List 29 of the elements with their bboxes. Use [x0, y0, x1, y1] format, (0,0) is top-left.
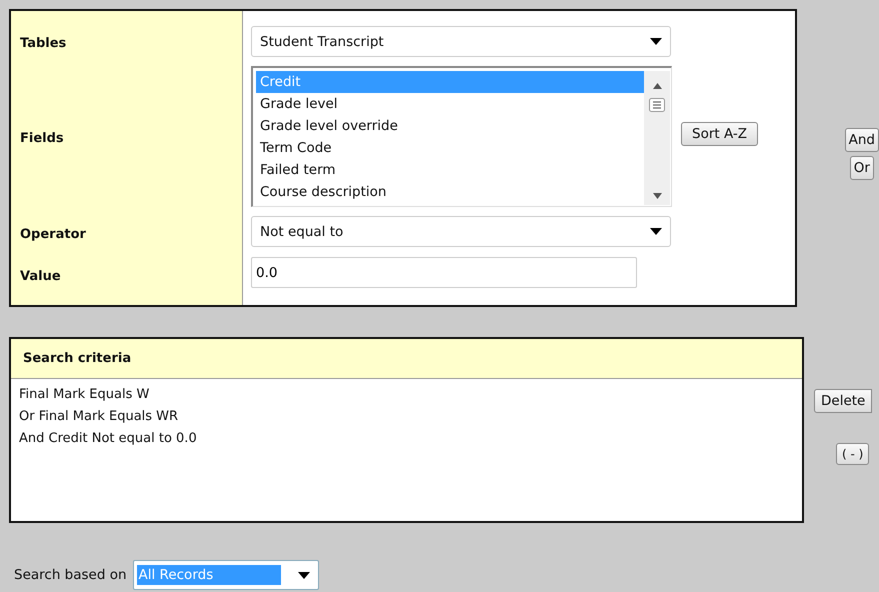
- scroll-down-icon[interactable]: [652, 193, 662, 199]
- field-option[interactable]: Term Code: [256, 137, 644, 159]
- value-label: Value: [20, 269, 61, 284]
- criteria-line[interactable]: Or Final Mark Equals WR: [19, 406, 794, 428]
- criteria-title: Search criteria: [23, 351, 132, 366]
- tables-dropdown[interactable]: Student Transcript: [251, 26, 671, 57]
- scroll-up-icon[interactable]: [652, 83, 662, 89]
- criteria-line[interactable]: And Credit Not equal to 0.0: [19, 428, 794, 450]
- scrollbar[interactable]: [644, 71, 670, 205]
- logic-button[interactable]: Or: [850, 156, 874, 180]
- caret-icon: [650, 38, 662, 45]
- field-option[interactable]: Course description: [256, 181, 644, 203]
- caret-icon: [298, 572, 310, 578]
- criteria-button[interactable]: Delete: [814, 389, 872, 413]
- sort-button[interactable]: Sort A-Z: [681, 122, 758, 146]
- criteria-button[interactable]: ( - ): [836, 443, 870, 465]
- fields-label: Fields: [20, 131, 64, 146]
- field-option[interactable]: Grade level override: [256, 115, 644, 137]
- field-option[interactable]: Failed term: [256, 159, 644, 181]
- search-based-on-label: Search based on: [14, 567, 127, 583]
- tables-label: Tables: [20, 36, 66, 51]
- criteria-line[interactable]: Final Mark Equals W: [19, 384, 794, 406]
- value-input[interactable]: 0.0: [251, 257, 637, 288]
- logic-button[interactable]: And: [844, 128, 879, 152]
- scroll-thumb-icon[interactable]: [649, 98, 665, 112]
- operator-dropdown[interactable]: Not equal to: [251, 216, 671, 247]
- field-option[interactable]: Grade level: [256, 93, 644, 115]
- operator-label: Operator: [20, 227, 86, 242]
- caret-icon: [650, 228, 662, 235]
